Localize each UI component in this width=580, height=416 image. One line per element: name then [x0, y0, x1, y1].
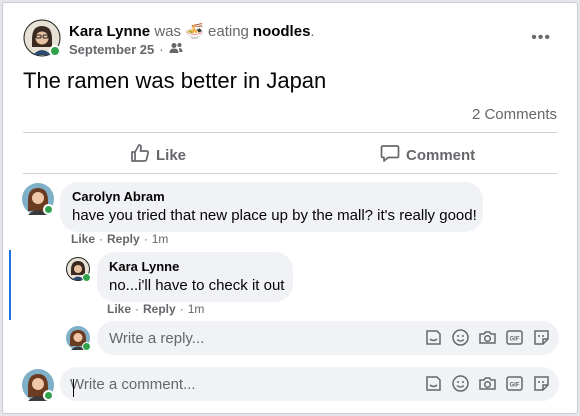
emoji-icon[interactable] — [451, 374, 470, 393]
post-date[interactable]: September 25 — [69, 42, 154, 57]
author-avatar[interactable] — [23, 19, 61, 57]
svg-text:GIF: GIF — [510, 383, 520, 389]
author-name[interactable]: Kara Lynne — [69, 23, 150, 40]
separator: · — [143, 232, 148, 246]
reply-reply-link[interactable]: Reply — [143, 302, 176, 316]
comment-actions: Like · Reply · 1m — [71, 232, 168, 246]
separator: · — [135, 302, 140, 316]
sticker-icon[interactable] — [424, 374, 443, 393]
reply-author-avatar[interactable] — [66, 257, 91, 282]
comment-bubble-icon — [380, 143, 400, 167]
divider-bottom — [23, 173, 557, 174]
reply-input-icons: GIF — [424, 328, 551, 347]
post-meta: September 25 · — [69, 42, 183, 57]
separator: · — [99, 232, 104, 246]
like-label: Like — [156, 146, 187, 164]
friends-icon[interactable] — [169, 42, 183, 57]
reply-timestamp[interactable]: 1m — [188, 302, 205, 316]
comment-text: have you tried that new place up by the … — [72, 207, 477, 224]
online-status-dot — [43, 390, 54, 401]
current-user-avatar — [22, 369, 54, 401]
more-options-icon[interactable]: ••• — [531, 29, 551, 47]
separator: · — [179, 302, 184, 316]
online-status-dot — [82, 342, 91, 351]
gif-icon[interactable]: GIF — [505, 328, 524, 347]
svg-text:GIF: GIF — [510, 337, 520, 343]
comment-author[interactable]: Carolyn Abram — [72, 189, 471, 205]
online-status-dot — [43, 204, 54, 215]
comment-bubble: Carolyn Abram have you tried that new pl… — [60, 182, 483, 232]
current-user-avatar — [66, 326, 91, 351]
thread-indicator-line — [9, 250, 11, 320]
reply-input[interactable] — [109, 329, 409, 347]
was-text: was — [154, 23, 181, 40]
post-header: Kara Lynne was 🍜 eating noodles. — [69, 22, 315, 40]
activity-text: eating — [208, 23, 249, 40]
activity-suffix: . — [310, 23, 315, 40]
like-button[interactable]: Like — [130, 143, 186, 167]
comment-input-box: GIF — [60, 367, 559, 401]
emoji-icon[interactable] — [451, 328, 470, 347]
activity-object[interactable]: noodles — [253, 23, 311, 40]
comment-input-icons: GIF — [424, 374, 551, 393]
reply-like-link[interactable]: Like — [107, 302, 131, 316]
sticker-pack-icon[interactable] — [532, 374, 551, 393]
sticker-pack-icon[interactable] — [532, 328, 551, 347]
commenter-avatar[interactable] — [22, 183, 54, 215]
comment-reply-link[interactable]: Reply — [107, 232, 140, 246]
text-cursor — [73, 379, 74, 397]
comment-timestamp[interactable]: 1m — [152, 232, 169, 246]
post-text: The ramen was better in Japan — [23, 68, 327, 93]
reply-input-box: GIF — [97, 321, 559, 355]
comment-button[interactable]: Comment — [380, 143, 475, 167]
reply-actions: Like · Reply · 1m — [107, 302, 204, 316]
camera-icon[interactable] — [478, 374, 497, 393]
sticker-icon[interactable] — [424, 328, 443, 347]
reply-text: no...i'll have to check it out — [109, 277, 285, 294]
post-card: Kara Lynne was 🍜 eating noodles. Septembe… — [2, 2, 578, 414]
comment-label: Comment — [406, 146, 476, 164]
camera-icon[interactable] — [478, 328, 497, 347]
online-status-dot — [49, 45, 61, 57]
meta-separator: · — [159, 42, 164, 57]
reply-author[interactable]: Kara Lynne — [109, 259, 281, 275]
divider-top — [23, 132, 557, 133]
noodles-emoji-icon: 🍜 — [185, 23, 204, 40]
comment-input[interactable] — [70, 375, 370, 393]
online-status-dot — [82, 273, 91, 282]
reply-bubble: Kara Lynne no...i'll have to check it ou… — [97, 252, 293, 302]
comment-like-link[interactable]: Like — [71, 232, 95, 246]
gif-icon[interactable]: GIF — [505, 374, 524, 393]
comment-count[interactable]: 2 Comments — [472, 106, 557, 123]
thumbs-up-icon — [130, 143, 150, 167]
